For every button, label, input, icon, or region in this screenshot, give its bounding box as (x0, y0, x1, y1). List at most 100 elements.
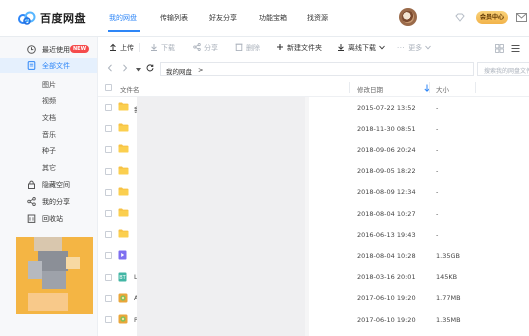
diamond-icon[interactable] (455, 13, 465, 24)
sidebar-item-videos[interactable]: 视频 (0, 93, 97, 108)
sidebar-item-label: 全部文件 (42, 62, 70, 70)
offline-download-icon (337, 43, 345, 53)
file-modified-date: 2016-06-13 19:43 (357, 230, 416, 239)
upload-button[interactable]: 上传 (109, 42, 134, 54)
promo-banner[interactable] (16, 237, 93, 314)
forward-arrow-icon[interactable] (122, 64, 128, 74)
file-icon (27, 61, 36, 70)
top-bar: 百度网盘 我的网盘 传输列表 好友分享 功能宝箱 找资源 会员中心 (0, 0, 529, 36)
vip-center-button[interactable]: 会员中心 (476, 11, 508, 24)
sidebar-item-all-files[interactable]: 全部文件 (0, 58, 97, 73)
sidebar-item-label: 文档 (42, 114, 56, 122)
offline-download-button[interactable]: 离线下载 (337, 42, 385, 54)
more-label: 更多 (408, 44, 423, 52)
file-modified-date: 2018-08-04 10:27 (357, 209, 416, 218)
row-checkbox[interactable] (105, 316, 112, 323)
nav-tab-friend-share[interactable]: 好友分享 (209, 13, 237, 23)
share-icon (27, 197, 36, 206)
trash-icon (235, 43, 243, 53)
path-breadcrumb-box[interactable] (160, 62, 474, 76)
app-title: 百度网盘 (40, 12, 86, 25)
row-checkbox[interactable] (105, 252, 112, 260)
sidebar-item-label: 其它 (42, 164, 56, 172)
file-modified-date: 2018-11-30 08:51 (357, 124, 416, 133)
row-checkbox[interactable] (105, 188, 112, 196)
chevron-down-icon (425, 44, 432, 52)
file-size: - (436, 209, 439, 218)
avatar[interactable] (399, 8, 417, 26)
sidebar-item-images[interactable]: 图片 (0, 77, 97, 92)
obscured-filenames-edge (305, 97, 309, 336)
breadcrumb-current[interactable]: 我的网盘 (166, 66, 192, 76)
column-divider (429, 82, 430, 93)
row-checkbox[interactable] (105, 125, 112, 133)
file-size: - (436, 230, 439, 239)
row-checkbox[interactable] (105, 104, 112, 111)
cloud-logo-icon (18, 11, 36, 25)
sidebar-item-recent[interactable]: 最近使用 NEW (0, 42, 97, 57)
delete-button[interactable]: 删除 (235, 42, 260, 54)
sidebar-item-hidden-space[interactable]: 隐藏空间 (0, 177, 97, 192)
sidebar-item-music[interactable]: 音乐 (0, 127, 97, 142)
chevron-down-icon (379, 44, 385, 52)
row-checkbox[interactable] (105, 210, 112, 217)
sidebar-item-other[interactable]: 其它 (0, 160, 97, 175)
file-size: - (436, 124, 439, 133)
delete-label: 删除 (246, 44, 260, 52)
row-checkbox[interactable] (105, 273, 112, 281)
app-file-icon (118, 314, 128, 326)
file-size: 1.35MB (436, 315, 461, 324)
sidebar-item-recycle-bin[interactable]: 回收站 (0, 211, 97, 226)
column-header-name[interactable]: 文件名 (120, 84, 140, 94)
download-button[interactable]: 下载 (150, 42, 175, 54)
sidebar-item-label: 视频 (42, 97, 56, 105)
sidebar-item-label: 音乐 (42, 131, 56, 139)
sidebar-item-documents[interactable]: 文档 (0, 110, 97, 125)
sidebar-item-label: 最近使用 (42, 46, 70, 54)
list-view-icon[interactable] (511, 44, 520, 55)
sidebar-item-label: 我的分享 (42, 198, 70, 206)
sidebar-item-label: 种子 (42, 147, 56, 155)
back-arrow-icon[interactable] (107, 64, 113, 74)
file-modified-date: 2015-07-22 13:52 (357, 103, 416, 112)
grid-view-icon[interactable] (495, 44, 504, 55)
file-modified-date: 2018-08-04 10:28 (357, 251, 416, 260)
folder-icon (118, 229, 129, 240)
file-size: - (436, 145, 439, 154)
row-checkbox[interactable] (105, 231, 112, 239)
select-all-checkbox[interactable] (105, 84, 112, 91)
sidebar-item-my-shares[interactable]: 我的分享 (0, 194, 97, 209)
new-folder-button[interactable]: 新建文件夹 (276, 42, 322, 54)
sidebar-item-torrents[interactable]: 种子 (0, 143, 97, 158)
new-badge: NEW (70, 45, 90, 53)
nav-tab-transfer[interactable]: 传输列表 (160, 13, 188, 23)
row-checkbox[interactable] (105, 146, 112, 154)
nav-tab-toolbox[interactable]: 功能宝箱 (259, 13, 287, 23)
folder-icon (118, 208, 129, 219)
row-checkbox[interactable] (105, 294, 112, 302)
table-header (98, 80, 529, 97)
refresh-icon[interactable] (146, 64, 154, 74)
clock-icon (27, 45, 36, 54)
more-button[interactable]: ··· 更多 (397, 42, 432, 54)
new-folder-icon (276, 43, 284, 53)
share-button[interactable]: 分享 (193, 42, 218, 54)
mail-icon[interactable] (516, 13, 527, 24)
file-size: 1.35GB (436, 251, 460, 260)
column-header-modified[interactable]: 修改日期 (357, 84, 383, 94)
row-checkbox[interactable] (105, 167, 112, 175)
nav-tab-my-disk[interactable]: 我的网盘 (109, 13, 137, 23)
column-divider (475, 82, 476, 93)
app-logo[interactable]: 百度网盘 (18, 10, 86, 26)
folder-icon (118, 187, 129, 198)
obscured-filenames (137, 97, 305, 336)
upload-icon (109, 43, 117, 53)
column-header-size[interactable]: 大小 (436, 84, 449, 94)
search-placeholder: 搜索我的网盘文件 (484, 68, 529, 75)
file-modified-date: 2018-03-16 20:01 (357, 273, 416, 282)
new-folder-label: 新建文件夹 (287, 44, 322, 52)
nav-tab-find-resources[interactable]: 找资源 (307, 13, 328, 23)
toolbar-divider (139, 43, 140, 52)
share-label: 分享 (204, 44, 218, 52)
dropdown-arrow-icon[interactable] (136, 66, 141, 74)
